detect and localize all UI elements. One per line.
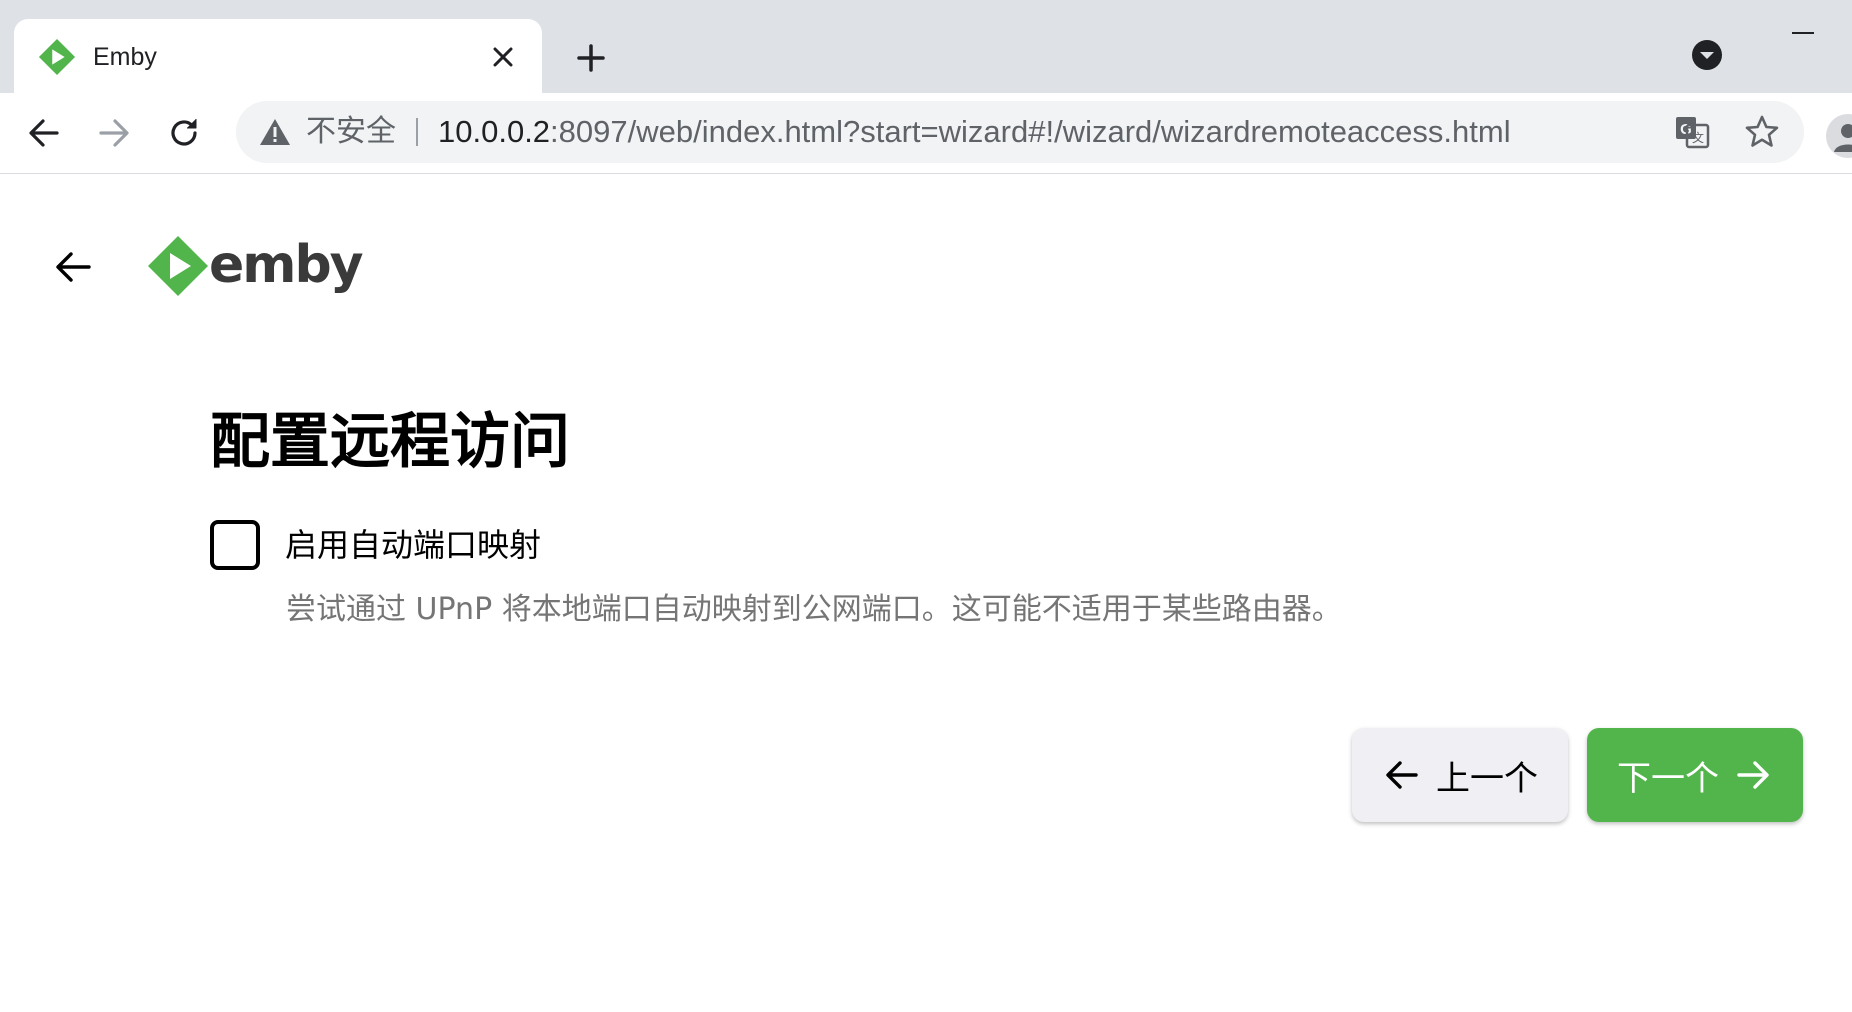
window-minimize-icon[interactable] [1792,32,1814,34]
emby-favicon-icon [38,38,76,76]
emby-wordmark: emby [209,235,364,295]
address-divider [416,118,418,146]
arrow-right-icon [1733,755,1773,795]
star-icon[interactable] [1744,114,1780,150]
emby-logo-icon [148,236,208,296]
page-title: 配置远程访问 [210,407,570,477]
translate-icon[interactable]: G 文 [1674,114,1710,150]
next-button-label: 下一个 [1617,758,1719,799]
next-button[interactable]: 下一个 [1587,728,1803,822]
url-text[interactable]: 10.0.0.2:8097/web/index.html?start=wizar… [438,101,1511,163]
browser-toolbar: 不安全 10.0.0.2:8097/web/index.html?start=w… [0,93,1852,174]
reload-icon[interactable] [162,111,206,155]
svg-text:文: 文 [1692,130,1704,145]
tab-search-icon[interactable] [1690,38,1724,72]
upnp-description: 尝试通过 UPnP 将本地端口自动映射到公网端口。这可能不适用于某些路由器。 [286,592,1342,627]
warning-icon[interactable] [258,115,292,149]
browser-tabstrip: Emby [0,0,1852,93]
tab-close-icon[interactable] [484,38,522,76]
emby-logo: emby [147,230,364,300]
upnp-checkbox-label[interactable]: 启用自动端口映射 [285,520,541,570]
previous-button-label: 上一个 [1436,758,1538,799]
forward-arrow-icon[interactable] [92,111,136,155]
browser-tab[interactable]: Emby [14,19,542,93]
tab-title: Emby [93,43,157,71]
arrow-left-icon [1382,755,1422,795]
security-label[interactable]: 不安全 [306,101,396,163]
new-tab-plus-icon[interactable] [570,37,612,79]
address-bar[interactable]: 不安全 10.0.0.2:8097/web/index.html?start=w… [236,101,1804,163]
previous-button[interactable]: 上一个 [1352,728,1568,822]
page-back-arrow-icon[interactable] [48,242,98,292]
url-path: :8097/web/index.html?start=wizard#!/wiza… [550,114,1511,149]
back-arrow-icon[interactable] [22,111,66,155]
url-host: 10.0.0.2 [438,114,551,149]
wizard-page: emby 配置远程访问 启用自动端口映射 尝试通过 UPnP 将本地端口自动映射… [0,174,1852,1012]
upnp-checkbox[interactable] [210,520,260,570]
profile-avatar[interactable] [1826,114,1852,158]
